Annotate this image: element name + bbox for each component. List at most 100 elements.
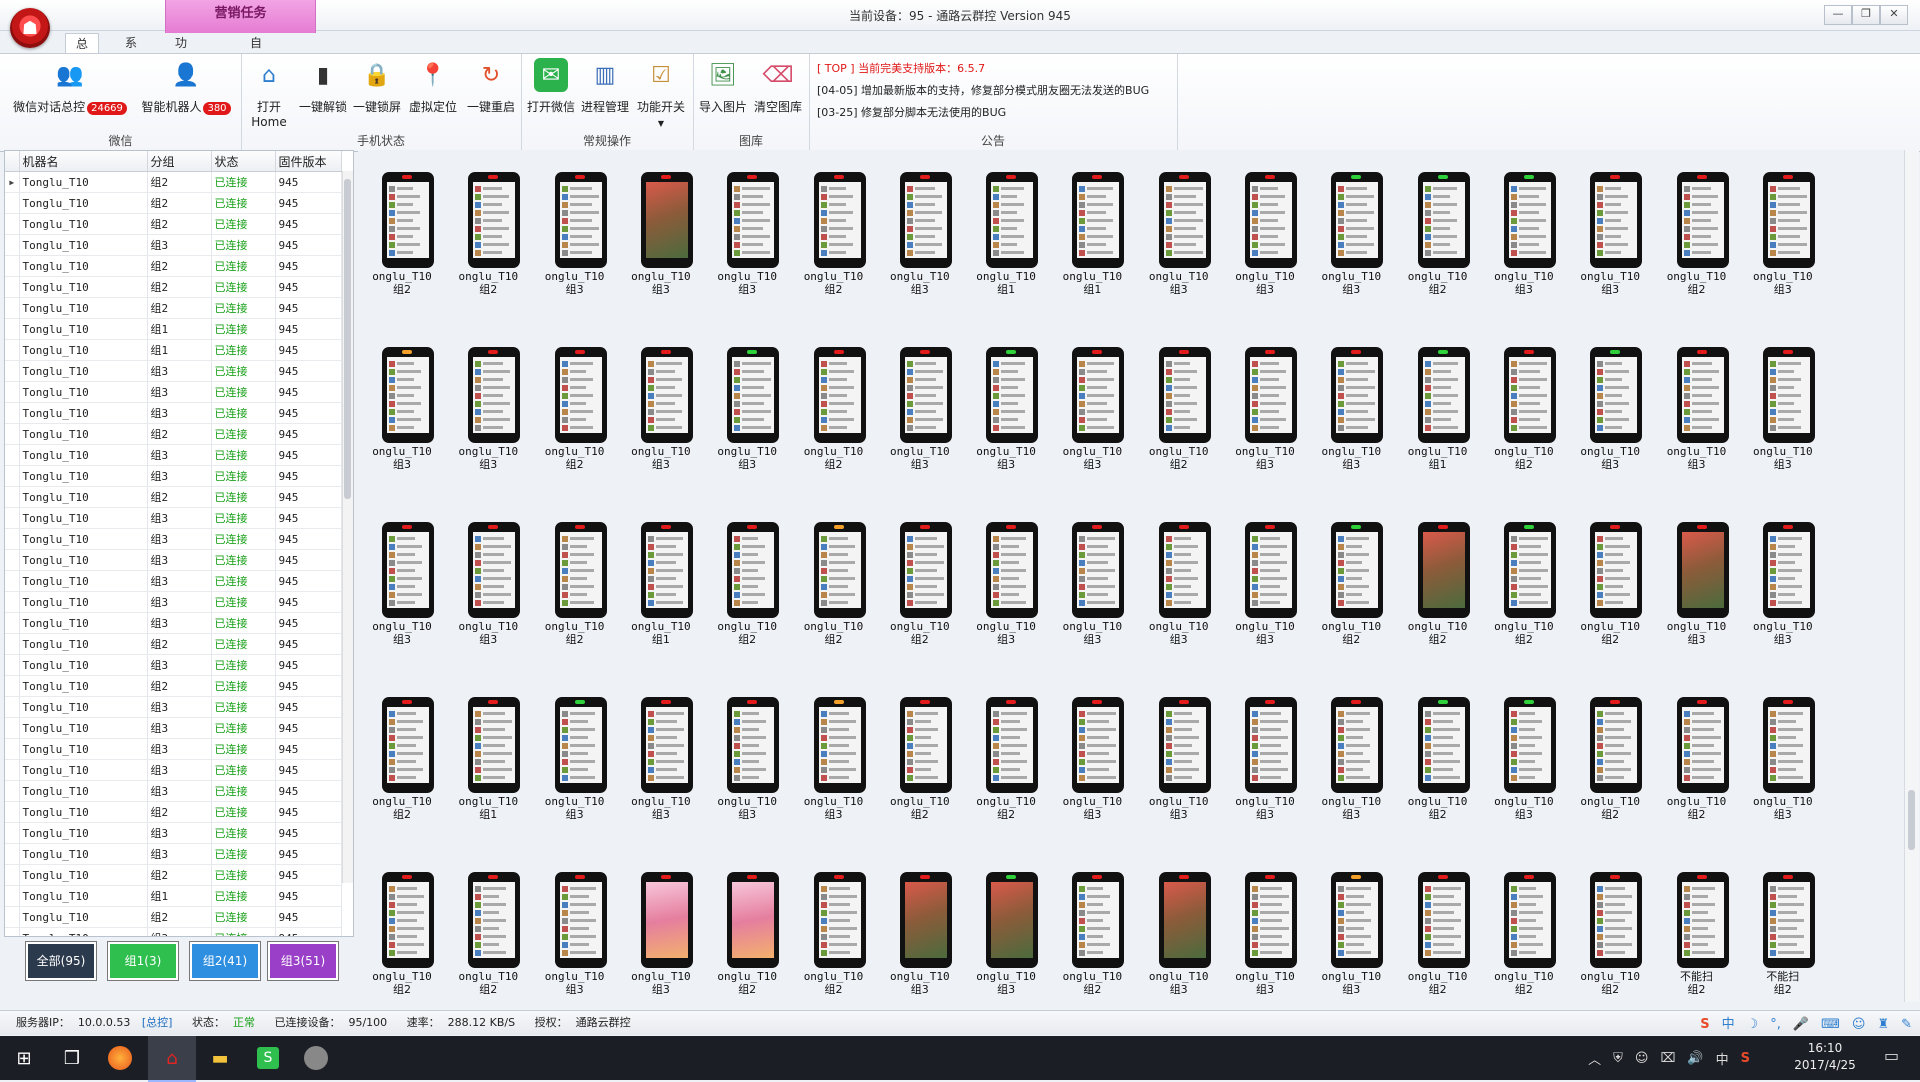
table-row[interactable]: Tonglu_T10组3已连接945 — [5, 696, 342, 718]
virtual-location-button[interactable]: 📍 虚拟定位 — [405, 56, 461, 122]
wrench-icon[interactable]: ✎ — [1901, 1013, 1912, 1033]
phone-screen[interactable] — [473, 182, 516, 258]
tab-system[interactable]: 系统 — [115, 33, 147, 70]
device-tile[interactable]: onglu_T10 组3 — [362, 325, 442, 471]
device-tile[interactable]: onglu_T10 组3 — [535, 150, 615, 296]
tab-auto-task[interactable]: 自动任务 — [240, 33, 272, 110]
device-tile[interactable]: onglu_T10 组3 — [1570, 325, 1650, 471]
table-row[interactable]: Tonglu_T10 组2 已连接 945 — [5, 864, 342, 886]
phone-screen[interactable] — [1681, 182, 1724, 258]
device-tile[interactable]: onglu_T10 组3 — [1570, 150, 1650, 296]
device-tile[interactable]: onglu_T10 组3 — [1052, 675, 1132, 821]
mic-icon[interactable]: 🎤 — [1793, 1013, 1809, 1033]
phone-screen[interactable] — [1077, 182, 1120, 258]
device-tile[interactable]: onglu_T10 组3 — [1052, 325, 1132, 471]
device-tile[interactable]: onglu_T10 组2 — [1570, 500, 1650, 646]
phone-screen[interactable] — [645, 882, 688, 958]
notification-icon[interactable]: ▭ — [1884, 1046, 1908, 1070]
table-row[interactable]: Tonglu_T10组3已连接945 — [5, 822, 342, 844]
table-row[interactable]: Tonglu_T10组3已连接945 — [5, 360, 342, 382]
phone-screen[interactable] — [904, 182, 947, 258]
phone-screen[interactable] — [473, 882, 516, 958]
phone-screen[interactable] — [818, 357, 861, 433]
import-image-button[interactable]: 🖼 导入图片 — [697, 56, 749, 122]
device-tile[interactable]: 不能扫 组2 — [1657, 850, 1737, 996]
volume-icon[interactable]: 🔊 — [1687, 1051, 1703, 1066]
phone-screen[interactable] — [1163, 882, 1206, 958]
phone-screen[interactable] — [1595, 882, 1638, 958]
phone-screen[interactable] — [732, 882, 775, 958]
device-tile[interactable]: onglu_T10 组1 — [1398, 325, 1478, 471]
device-tile[interactable]: onglu_T10 组3 — [621, 850, 701, 996]
table-row[interactable]: ▶ Tonglu_T10 组2 已连接 945 — [5, 171, 342, 193]
phone-screen[interactable] — [387, 882, 429, 958]
phone-screen[interactable] — [645, 357, 688, 433]
open-wechat-button[interactable]: ✉ 打开微信 — [525, 56, 577, 122]
phone-screen[interactable] — [559, 707, 602, 783]
device-tile[interactable]: onglu_T10 组1 — [966, 150, 1046, 296]
device-tile[interactable]: onglu_T10 组3 — [621, 150, 701, 296]
phone-screen[interactable] — [559, 882, 602, 958]
device-tile[interactable]: onglu_T10 组2 — [794, 850, 874, 996]
minimize-button[interactable]: — — [1824, 5, 1852, 25]
device-tile[interactable]: onglu_T10 组2 — [1398, 850, 1478, 996]
device-tile[interactable]: onglu_T10 组2 — [1052, 850, 1132, 996]
device-tile[interactable]: onglu_T10 组3 — [1743, 500, 1823, 646]
device-tile[interactable]: onglu_T10 组3 — [535, 850, 615, 996]
notice-item[interactable]: [04-05] 增加最新版本的支持，修复部分模式朋友圈无法发送的BUG — [817, 80, 1149, 102]
phone-screen[interactable] — [387, 357, 429, 433]
phone-screen[interactable] — [1422, 182, 1465, 258]
table-row[interactable]: Tonglu_T10 组2 已连接 945 — [5, 423, 342, 445]
shield-icon[interactable]: ⛨ — [1613, 1051, 1623, 1066]
table-row[interactable]: Tonglu_T10组3已连接945 — [5, 507, 342, 529]
device-tile[interactable]: onglu_T10 组2 — [362, 150, 442, 296]
phone-screen[interactable] — [1077, 882, 1120, 958]
lock-screen-button[interactable]: 🔒 一键锁屏 — [351, 56, 403, 122]
device-tile[interactable]: onglu_T10 组2 — [1570, 850, 1650, 996]
device-tile[interactable]: onglu_T10 组3 — [966, 850, 1046, 996]
device-tile[interactable]: onglu_T10 组3 — [880, 850, 960, 996]
phone-screen[interactable] — [904, 532, 947, 608]
sogou-icon[interactable]: S — [1700, 1013, 1709, 1033]
table-row[interactable]: Tonglu_T10 组2 已连接 945 — [5, 276, 342, 298]
device-tile[interactable]: onglu_T10 组3 — [1225, 500, 1305, 646]
keyboard-icon[interactable]: ⌨ — [1821, 1013, 1840, 1033]
device-tile[interactable]: onglu_T10 组3 — [707, 325, 787, 471]
phone-screen[interactable] — [387, 707, 429, 783]
device-tile[interactable]: onglu_T10 组1 — [448, 675, 528, 821]
start-icon[interactable]: ⊞ — [8, 1042, 40, 1074]
phone-screen[interactable] — [1767, 882, 1810, 958]
phone-screen[interactable] — [645, 707, 688, 783]
device-tile[interactable]: onglu_T10 组3 — [1225, 150, 1305, 296]
phone-screen[interactable] — [1767, 357, 1810, 433]
phone-screen[interactable] — [1250, 707, 1292, 783]
device-tile[interactable]: onglu_T10 组2 — [1398, 675, 1478, 821]
device-tile[interactable]: 不能扫 组2 — [1743, 850, 1823, 996]
scrollbar-thumb[interactable] — [344, 179, 351, 499]
phone-screen[interactable] — [1250, 182, 1292, 258]
phone-screen[interactable] — [1767, 182, 1810, 258]
phone-screen[interactable] — [1508, 707, 1551, 783]
phone-screen[interactable] — [1422, 532, 1465, 608]
device-tile[interactable]: onglu_T10 组2 — [1484, 500, 1564, 646]
phone-screen[interactable] — [1163, 707, 1206, 783]
device-tile[interactable]: onglu_T10 组3 — [1139, 150, 1219, 296]
device-tile[interactable]: onglu_T10 组3 — [1311, 150, 1391, 296]
device-tile[interactable]: onglu_T10 组2 — [707, 850, 787, 996]
device-tile[interactable]: onglu_T10 组3 — [448, 500, 528, 646]
open-home-button[interactable]: ⌂ 打开Home — [243, 56, 295, 130]
device-tile[interactable]: onglu_T10 组2 — [448, 150, 528, 296]
table-row[interactable]: Tonglu_T10组3已连接945 — [5, 927, 342, 936]
phone-screen[interactable] — [1681, 532, 1724, 608]
phone-screen[interactable] — [473, 357, 516, 433]
device-tile[interactable]: onglu_T10 组2 — [1657, 150, 1737, 296]
phone-screen[interactable] — [904, 357, 947, 433]
group-all-button[interactable]: 全部(95) — [25, 941, 97, 981]
phone-screen[interactable] — [991, 532, 1034, 608]
device-tile[interactable]: onglu_T10 组3 — [1743, 325, 1823, 471]
device-tile[interactable]: onglu_T10 组3 — [1657, 325, 1737, 471]
table-row[interactable]: Tonglu_T10 组2 已连接 945 — [5, 906, 342, 928]
table-row[interactable]: Tonglu_T10组3已连接945 — [5, 570, 342, 592]
phone-screen[interactable] — [904, 707, 947, 783]
device-tile[interactable]: onglu_T10 组3 — [794, 675, 874, 821]
